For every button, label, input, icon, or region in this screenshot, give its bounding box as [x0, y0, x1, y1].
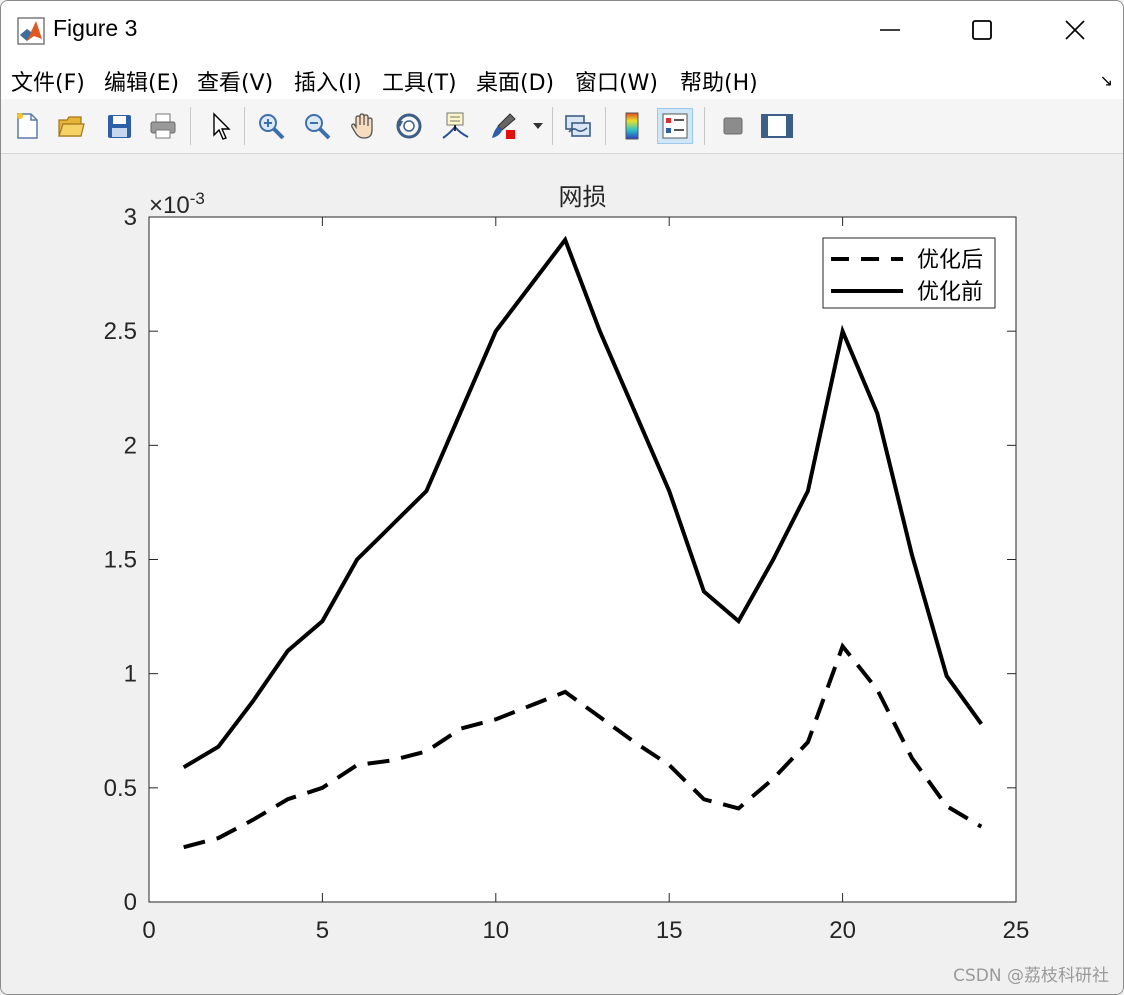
figure-window: Figure 3 文件(F) 编辑(E) 查看(V) 插入(I) 工具(T) 桌…	[0, 0, 1124, 995]
hide-plot-tools-button[interactable]	[715, 108, 751, 144]
legend[interactable]: 优化后优化前	[822, 237, 996, 309]
legend-icon	[662, 113, 688, 139]
zoom-in-button[interactable]	[253, 108, 289, 144]
maximize-button[interactable]	[936, 1, 1028, 59]
rotate-3d-icon	[396, 113, 422, 139]
open-file-button[interactable]	[53, 108, 89, 144]
dock-arrow-icon[interactable]: ↘	[1100, 71, 1113, 90]
close-button[interactable]	[1029, 1, 1121, 59]
menu-help[interactable]: 帮助(H)	[680, 65, 758, 97]
y-tick-label: 0	[124, 889, 137, 916]
toolbar-separator	[552, 107, 553, 145]
y-tick-label: 3	[124, 204, 137, 231]
new-figure-icon	[17, 113, 38, 139]
menu-view[interactable]: 查看(V)	[197, 65, 273, 97]
brush-dropdown[interactable]	[528, 108, 548, 144]
print-button[interactable]	[145, 108, 181, 144]
title-bar[interactable]: Figure 3	[1, 1, 1123, 59]
rotate-3d-button[interactable]	[391, 108, 427, 144]
window-title: Figure 3	[53, 15, 138, 41]
colorbar-icon	[625, 112, 639, 140]
toolbar-separator	[244, 107, 245, 145]
x-tick-label: 15	[656, 917, 683, 944]
pointer-icon	[213, 112, 231, 140]
show-tools-icon	[761, 114, 793, 138]
y-tick-label: 2	[124, 432, 137, 459]
x-tick-label: 25	[1003, 917, 1030, 944]
new-figure-button[interactable]	[9, 108, 45, 144]
y-tick-label: 0.5	[104, 775, 137, 802]
chevron-down-icon	[533, 123, 543, 129]
figure-canvas[interactable]: 0 5 10 15 20 25 0 0.5 1 1.5 2 2.5 3 网损 ×10-3 优化后 优化前 …	[1, 154, 1123, 994]
save-icon	[108, 115, 131, 138]
link-plot-button[interactable]	[560, 108, 596, 144]
legend-label: 优化后	[917, 247, 983, 272]
exponent-power: -3	[190, 189, 205, 208]
pan-button[interactable]	[345, 108, 381, 144]
y-exponent-label: ×10-3	[149, 189, 205, 219]
close-icon	[1065, 20, 1085, 40]
minimize-button[interactable]	[844, 1, 936, 59]
x-tick-label: 5	[316, 917, 329, 944]
brush-button[interactable]	[485, 108, 521, 144]
link-plot-icon	[565, 115, 591, 137]
toolbar-separator	[605, 107, 606, 145]
menu-bar: 文件(F) 编辑(E) 查看(V) 插入(I) 工具(T) 桌面(D) 窗口(W…	[1, 59, 1123, 99]
data-cursor-button[interactable]	[437, 108, 473, 144]
exponent-base: ×10	[149, 192, 190, 219]
menu-insert[interactable]: 插入(I)	[294, 65, 362, 97]
print-icon	[150, 113, 176, 139]
menu-file[interactable]: 文件(F)	[11, 65, 85, 97]
x-tick-label: 0	[142, 917, 155, 944]
watermark: CSDN @荔枝科研社	[953, 966, 1109, 986]
y-tick-label: 2.5	[104, 318, 137, 345]
insert-colorbar-button[interactable]	[614, 108, 650, 144]
y-tick-label: 1.5	[104, 547, 137, 574]
toolbar-separator	[704, 107, 705, 145]
brush-icon	[492, 113, 516, 139]
figure-toolbar	[1, 99, 1123, 154]
save-button[interactable]	[101, 108, 137, 144]
menu-desktop[interactable]: 桌面(D)	[476, 65, 554, 97]
line-chart[interactable]: 0 5 10 15 20 25 0 0.5 1 1.5 2 2.5 3 网损 ×10-3 优化后优化前	[1, 154, 1124, 994]
axes-background[interactable]	[148, 216, 1017, 903]
show-plot-tools-button[interactable]	[759, 108, 795, 144]
data-cursor-icon	[442, 112, 469, 139]
menu-tools[interactable]: 工具(T)	[382, 65, 457, 97]
x-tick-label: 10	[482, 917, 509, 944]
maximize-icon	[972, 20, 992, 40]
y-tick-label: 1	[124, 661, 137, 688]
toolbar-separator	[190, 107, 191, 145]
pan-hand-icon	[351, 113, 373, 139]
zoom-out-icon	[305, 114, 331, 140]
zoom-out-button[interactable]	[299, 108, 335, 144]
menu-edit[interactable]: 编辑(E)	[104, 65, 179, 97]
matlab-logo-icon	[17, 17, 45, 45]
chart-title: 网损	[559, 184, 607, 211]
insert-legend-button[interactable]	[657, 108, 693, 144]
x-tick-label: 20	[829, 917, 856, 944]
zoom-in-icon	[259, 114, 285, 140]
edit-plot-button[interactable]	[202, 108, 238, 144]
open-file-icon	[58, 116, 85, 137]
legend-label: 优化前	[917, 279, 983, 304]
menu-window[interactable]: 窗口(W)	[575, 65, 658, 97]
hide-tools-icon	[723, 117, 743, 135]
minimize-icon	[880, 29, 900, 31]
